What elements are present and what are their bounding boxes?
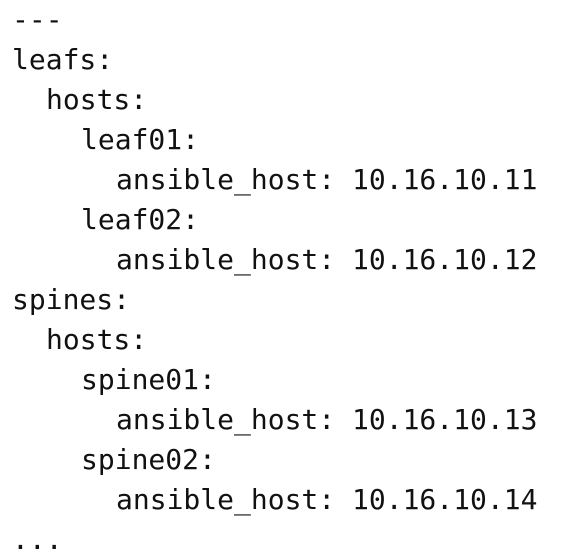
group-spines-key: spines: [12, 283, 131, 316]
yaml-document-start-marker: --- [12, 3, 63, 36]
leaf01-ansible-host-line: ansible_host: 10.16.10.11 [116, 163, 538, 196]
host-leaf02-key: leaf02: [81, 203, 200, 236]
host-spine02-key: spine02: [81, 443, 216, 476]
group-leafs-key: leafs: [12, 43, 114, 76]
spine01-ansible-host-line: ansible_host: 10.16.10.13 [116, 403, 538, 436]
host-spine01-key: spine01: [81, 363, 216, 396]
leafs-hosts-key: hosts: [46, 83, 148, 116]
host-leaf01-key: leaf01: [81, 123, 200, 156]
spines-hosts-key: hosts: [46, 323, 148, 356]
leaf02-ansible-host-line: ansible_host: 10.16.10.12 [116, 243, 538, 276]
yaml-document-end-marker: ... [12, 523, 63, 556]
yaml-inventory-code-block: --- leafs: hosts: leaf01: ansible_host: 10.1… [12, 0, 537, 560]
spine02-ansible-host-line: ansible_host: 10.16.10.14 [116, 483, 538, 516]
